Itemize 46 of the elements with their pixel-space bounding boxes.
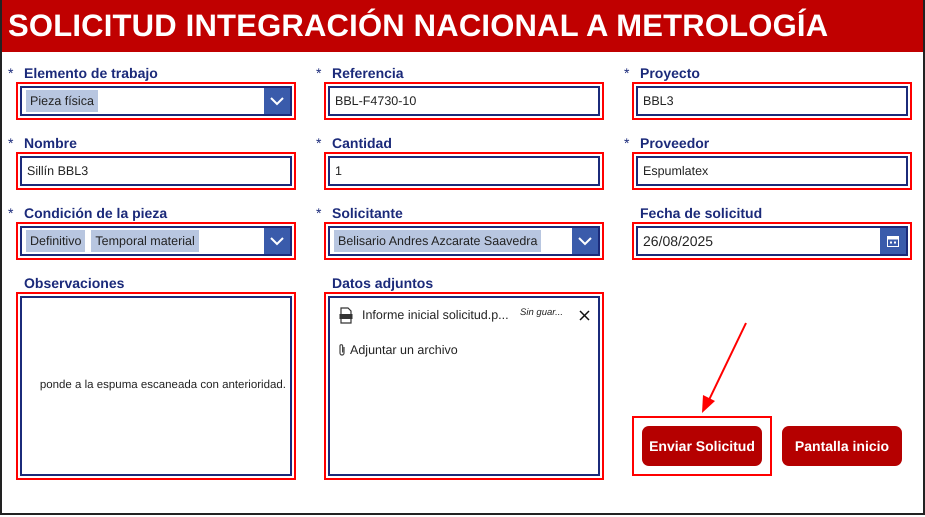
- chevron-down-icon[interactable]: [572, 228, 598, 254]
- field-label: Cantidad: [332, 134, 392, 152]
- file-status: Sin guar...: [520, 306, 563, 320]
- required-mark: *: [8, 134, 14, 152]
- selected-chip: Definitivo: [26, 230, 86, 252]
- input-field[interactable]: 1: [328, 156, 600, 186]
- text-area[interactable]: ponde a la espuma escaneada con anterioridad.: [20, 296, 292, 476]
- field-label: Nombre: [24, 134, 77, 152]
- field-label: Referencia: [332, 64, 404, 82]
- page-title: SOLICITUD INTEGRACIÓN NACIONAL A METROLOGÍA: [2, 0, 923, 52]
- field-label: Solicitante: [332, 204, 403, 222]
- input-field[interactable]: BBL-F4730-10: [328, 86, 600, 116]
- selected-chip: Temporal material: [91, 230, 199, 252]
- dropdown-field[interactable]: Definitivo Temporal material: [20, 226, 292, 256]
- action-button[interactable]: Enviar Solicitud: [642, 426, 762, 466]
- field-label: Condición de la pieza: [24, 204, 168, 222]
- required-mark: *: [624, 64, 630, 82]
- required-mark: *: [8, 204, 14, 222]
- input-field[interactable]: BBL3: [636, 86, 908, 116]
- dropdown-field[interactable]: Belisario Andres Azcarate Saavedra: [328, 226, 600, 256]
- field-label: Observaciones: [24, 274, 124, 292]
- required-mark: *: [316, 204, 322, 222]
- input-field[interactable]: Sillín BBL3: [20, 156, 292, 186]
- field-label: Proveedor: [640, 134, 710, 152]
- field-label: Datos adjuntos: [332, 274, 434, 292]
- selected-chip: Pieza física: [26, 90, 98, 112]
- field-label: Fecha de solicitud: [640, 204, 762, 222]
- attach-file-link[interactable]: Adjuntar un archivo: [350, 340, 458, 360]
- dropdown-field[interactable]: Pieza física: [20, 86, 292, 116]
- selected-chip: Belisario Andres Azcarate Saavedra: [334, 230, 542, 252]
- required-mark: *: [316, 134, 322, 152]
- pdf-file-icon: [338, 306, 354, 324]
- calendar-icon[interactable]: [880, 228, 906, 254]
- field-label: Proyecto: [640, 64, 700, 82]
- input-field[interactable]: Espumlatex: [636, 156, 908, 186]
- required-mark: *: [316, 64, 322, 82]
- chevron-down-icon[interactable]: [264, 88, 290, 114]
- paperclip-icon[interactable]: [338, 343, 346, 358]
- required-mark: *: [8, 64, 14, 82]
- field-label: Elemento de trabajo: [24, 64, 158, 82]
- required-mark: *: [624, 134, 630, 152]
- date-field[interactable]: 26/08/2025: [636, 226, 908, 256]
- file-name[interactable]: Informe inicial solicitud.p...: [362, 306, 509, 325]
- action-button[interactable]: Pantalla inicio: [782, 426, 902, 466]
- close-icon[interactable]: [579, 310, 590, 321]
- chevron-down-icon[interactable]: [264, 228, 290, 254]
